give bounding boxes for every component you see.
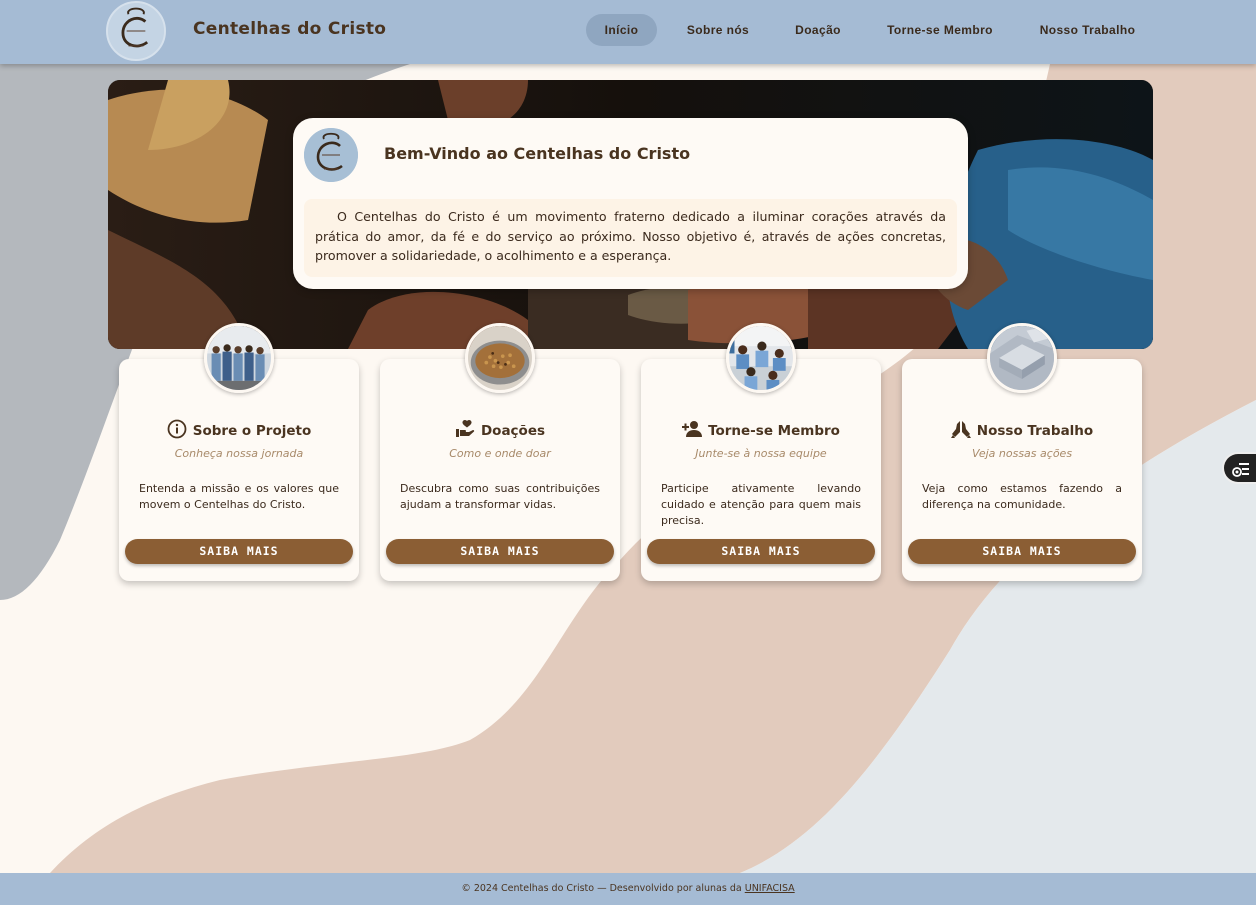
saiba-mais-button[interactable]: SAIBA MAIS: [647, 539, 875, 564]
card-title: Nosso Trabalho: [976, 423, 1094, 439]
welcome-logo: [304, 128, 358, 182]
card-nosso-trabalho: Nosso Trabalho Veja nossas ações Veja co…: [902, 323, 1142, 581]
site-brand[interactable]: Centelhas do Cristo: [193, 19, 386, 39]
card-torne-se-membro: Torne-se Membro Junte-se à nossa equipe …: [641, 323, 881, 581]
card-subtitle: Veja nossas ações: [971, 447, 1073, 460]
nav-torne-se-membro[interactable]: Torne-se Membro: [880, 14, 1000, 46]
user-plus-icon: [682, 419, 703, 439]
card-description: Participe ativamente levando cuidado e a…: [661, 482, 861, 527]
card-description: Veja como estamos fazendo a diferença na…: [922, 482, 1122, 511]
welcome-title: Bem-Vindo ao Centelhas do Cristo: [384, 144, 691, 163]
hand-heart-icon: [455, 419, 475, 439]
card-sobre-projeto: Sobre o Projeto Conheça nossa jornada En…: [119, 323, 359, 581]
saiba-mais-button[interactable]: SAIBA MAIS: [125, 539, 353, 564]
card-photo-food: [465, 323, 535, 393]
card-doacoes: Doações Como e onde doar Descubra como s…: [380, 323, 620, 581]
nav-sobre-nos[interactable]: Sobre nós: [680, 14, 756, 46]
saiba-mais-button[interactable]: SAIBA MAIS: [908, 539, 1136, 564]
welcome-panel: Bem-Vindo ao Centelhas do Cristo O Cente…: [293, 118, 968, 289]
nav-nosso-trabalho[interactable]: Nosso Trabalho: [1032, 14, 1143, 46]
card-photo-volunteers: [726, 323, 796, 393]
nav-inicio[interactable]: Início: [586, 14, 657, 46]
footer-text: © 2024 Centelhas do Cristo — Desenvolvid…: [461, 883, 745, 894]
card-subtitle: Conheça nossa jornada: [174, 447, 304, 460]
site-header: Centelhas do Cristo Início Sobre nós Doa…: [0, 0, 1256, 64]
card-photo-bricks: [987, 323, 1057, 393]
card-title: Sobre o Projeto: [192, 423, 312, 439]
praying-hands-icon: [950, 419, 971, 439]
card-description: Entenda a missão e os valores que movem …: [139, 482, 339, 511]
info-icon: [167, 419, 187, 439]
saiba-mais-button[interactable]: SAIBA MAIS: [386, 539, 614, 564]
card-photo-team: [204, 323, 274, 393]
site-logo[interactable]: [106, 1, 166, 61]
site-footer: © 2024 Centelhas do Cristo — Desenvolvid…: [0, 873, 1256, 905]
card-title: Doações: [480, 423, 546, 439]
card-description: Descubra como suas contribuições ajudam …: [400, 482, 600, 511]
card-title: Torne-se Membro: [708, 423, 840, 439]
welcome-description: O Centelhas do Cristo é um movimento fra…: [304, 199, 957, 277]
footer-unifacisa-link[interactable]: UNIFACISA: [745, 883, 795, 894]
settings-toggle-button[interactable]: [1222, 452, 1256, 484]
sliders-icon: [1232, 463, 1249, 477]
card-subtitle: Como e onde doar: [449, 447, 551, 460]
card-subtitle: Junte-se à nossa equipe: [695, 447, 827, 460]
nav-doacao[interactable]: Doação: [786, 14, 850, 46]
